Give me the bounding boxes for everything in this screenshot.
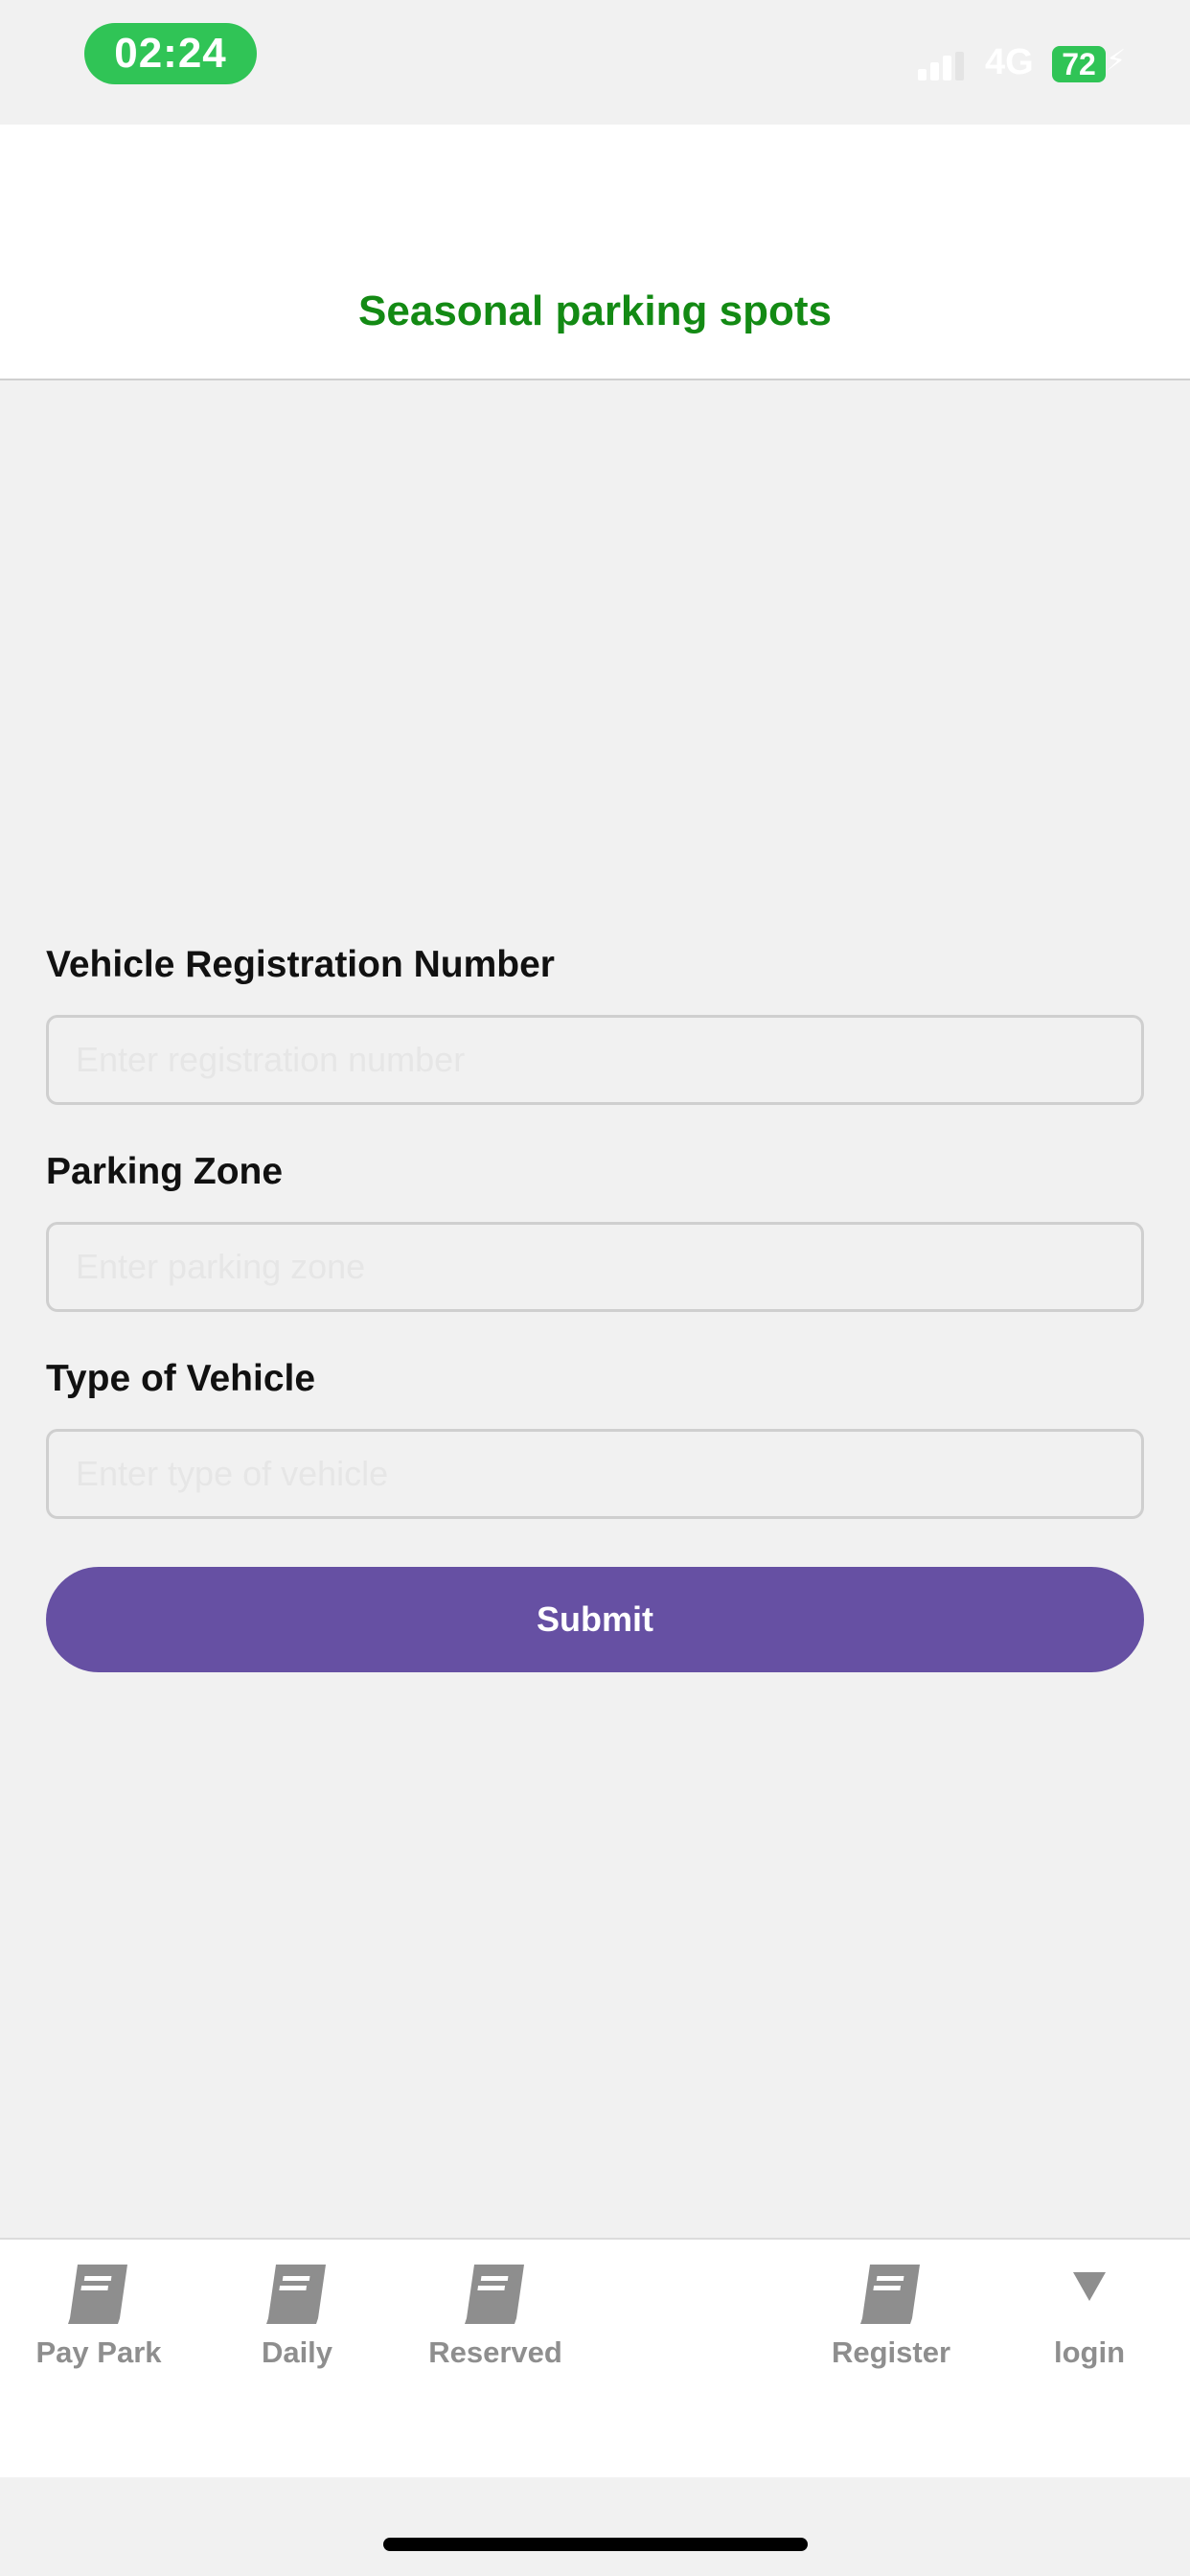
status-bar: 02:24 4G 72 ⚡ xyxy=(0,0,1190,125)
header: Seasonal parking spots xyxy=(0,125,1190,380)
vehicle-type-input[interactable] xyxy=(46,1429,1144,1519)
triangle-down-icon xyxy=(1073,2272,1106,2301)
tab-reserved[interactable]: Reserved xyxy=(414,2259,577,2412)
tab-daily[interactable]: Daily xyxy=(216,2259,378,2412)
signal-icon xyxy=(918,52,966,80)
status-time: 02:24 xyxy=(84,23,257,84)
book-icon xyxy=(860,2265,920,2324)
book-icon xyxy=(68,2265,127,2324)
bottom-safe-area xyxy=(0,2477,1190,2576)
book-icon xyxy=(266,2265,326,2324)
tab-pay-park[interactable]: Pay Park xyxy=(17,2259,180,2412)
tab-label: Reserved xyxy=(428,2335,562,2369)
battery-icon: 72 xyxy=(1052,46,1106,82)
tab-label: Register xyxy=(831,2335,951,2369)
network-type: 4G xyxy=(985,42,1034,82)
vehicle-type-label: Type of Vehicle xyxy=(46,1358,316,1399)
tab-label: login xyxy=(1053,2335,1126,2369)
parking-zone-label: Parking Zone xyxy=(46,1151,284,1192)
tab-label: Pay Park xyxy=(35,2335,162,2369)
registration-input[interactable] xyxy=(46,1015,1144,1105)
tab-login[interactable]: login xyxy=(1008,2259,1171,2412)
parking-zone-input[interactable] xyxy=(46,1222,1144,1312)
page-title: Seasonal parking spots xyxy=(358,288,832,334)
book-icon xyxy=(465,2265,524,2324)
tab-label: Daily xyxy=(261,2335,333,2369)
registration-label: Vehicle Registration Number xyxy=(46,944,555,985)
tab-register[interactable]: Register xyxy=(810,2259,973,2412)
home-indicator[interactable] xyxy=(383,2538,808,2551)
charging-icon: ⚡ xyxy=(1106,45,1127,77)
tab-bar: Pay Park Daily Reserved Register login xyxy=(0,2238,1190,2479)
submit-button[interactable]: Submit xyxy=(46,1567,1144,1672)
